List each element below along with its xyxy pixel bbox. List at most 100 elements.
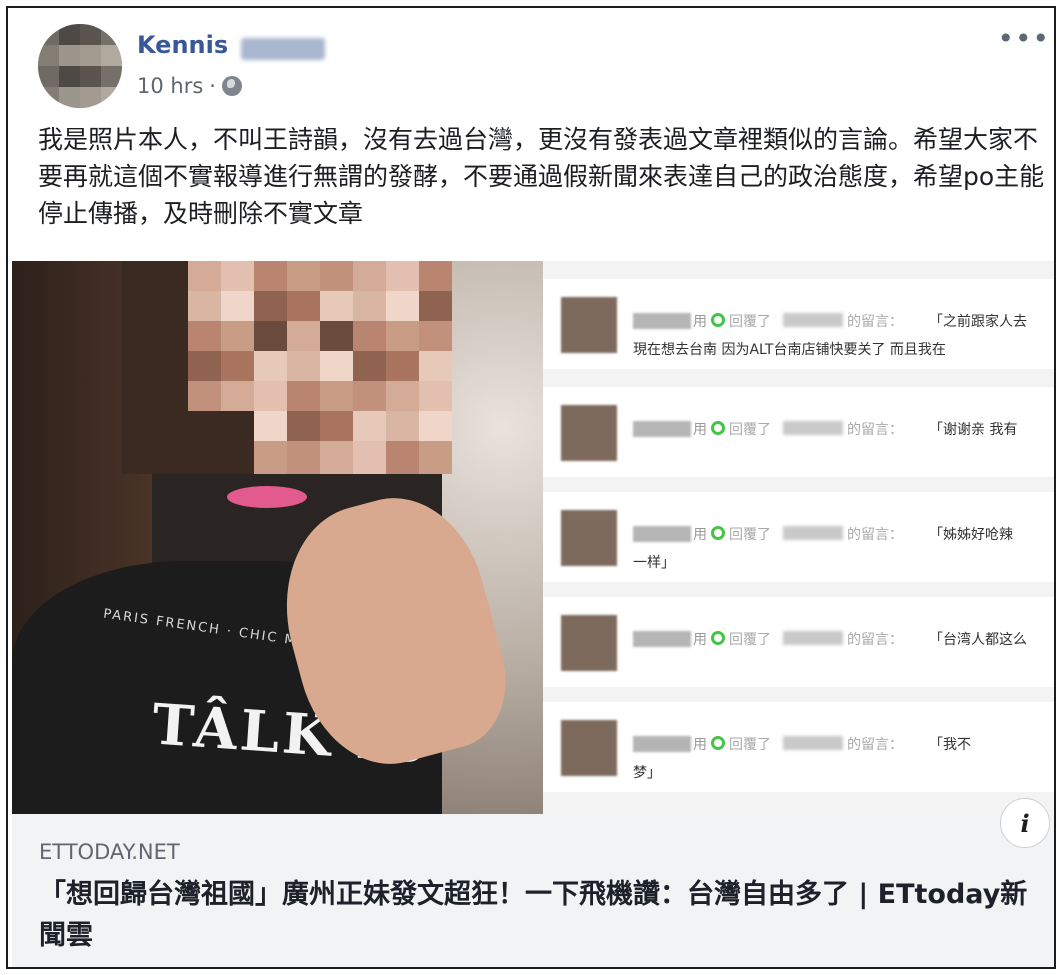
- comment-reply-word: 用: [693, 314, 707, 330]
- avatar-pixel: [80, 24, 101, 45]
- mosaic-cell: [155, 321, 188, 354]
- mosaic-cell: [353, 351, 386, 384]
- comment-row: 用 回覆了 的留言： 「台湾人都这么: [543, 597, 1054, 687]
- redacted-target: [783, 313, 843, 327]
- mosaic-cell: [419, 441, 452, 474]
- mosaic-cell: [188, 411, 221, 444]
- mosaic-cell: [155, 261, 188, 294]
- author-name-redaction: [241, 38, 325, 60]
- avatar-pixel: [80, 45, 101, 66]
- green-circle-icon: [711, 421, 725, 435]
- mosaic-cell: [287, 441, 320, 474]
- shared-image[interactable]: PARIS FRENCH · CHIC MILAN TALK TÂLK ÍS 用…: [12, 261, 1054, 814]
- meta-separator: ·: [209, 74, 216, 98]
- mosaic-cell: [320, 351, 353, 384]
- face-mosaic: [122, 261, 452, 474]
- comment-reply-word: 用: [693, 527, 707, 543]
- redacted-target: [783, 421, 843, 435]
- comment-quote: 「谢谢亲 我有: [929, 422, 1018, 438]
- mosaic-cell: [122, 351, 155, 384]
- mosaic-cell: [254, 291, 287, 324]
- redacted-target: [783, 526, 843, 540]
- mosaic-cell: [188, 441, 221, 474]
- mosaic-cell: [155, 381, 188, 414]
- avatar-pixel: [38, 87, 59, 108]
- mosaic-cell: [419, 261, 452, 294]
- comment-avatar: [561, 615, 617, 671]
- comment-mid-text: 回覆了: [729, 527, 771, 543]
- comment-row: 用 回覆了 的留言： 「之前跟家人去現在想去台南 因为ALT台南店铺快要关了 而且我在: [543, 279, 1054, 369]
- mosaic-cell: [122, 441, 155, 474]
- link-preview[interactable]: ETTODAY.NET 「想回歸台灣祖國」廣州正妹發文超狂！一下飛機讚：台灣自由…: [12, 814, 1054, 967]
- comment-subline: 現在想去台南 因为ALT台南店铺快要关了 而且我在: [633, 342, 946, 358]
- comment-row: 用 回覆了 的留言： 「谢谢亲 我有: [543, 387, 1054, 477]
- mosaic-cell: [386, 351, 419, 384]
- mosaic-cell: [254, 411, 287, 444]
- mosaic-cell: [122, 381, 155, 414]
- mosaic-cell: [122, 291, 155, 324]
- mosaic-cell: [188, 261, 221, 294]
- avatar-pixel: [101, 24, 122, 45]
- mosaic-cell: [353, 261, 386, 294]
- mosaic-cell: [188, 321, 221, 354]
- post-text: 我是照片本人，不叫王詩韻，沒有去過台灣，更沒有發表過文章裡類似的言論。希望大家不…: [38, 125, 1045, 228]
- comment-mid-text: 回覆了: [729, 737, 771, 753]
- author-name[interactable]: Kennis: [137, 31, 228, 59]
- mosaic-cell: [254, 351, 287, 384]
- globe-icon[interactable]: [221, 76, 242, 96]
- mosaic-cell: [386, 291, 419, 324]
- redacted-target: [783, 736, 843, 750]
- mosaic-cell: [221, 351, 254, 384]
- mosaic-cell: [419, 321, 452, 354]
- comment-screenshot: 用回覆了 的留言： 「之前跟家人去 現在想去台南 因为ALT台南店铺快要关了 而且我在…: [543, 261, 1054, 814]
- comment-row: 用 回覆了 的留言： 「我不 梦」: [543, 702, 1054, 792]
- redacted-name: [633, 736, 691, 752]
- comment-quote: 「我不: [929, 737, 971, 753]
- more-options-icon[interactable]: •••: [997, 22, 1050, 55]
- mosaic-cell: [221, 261, 254, 294]
- mosaic-cell: [419, 411, 452, 444]
- mosaic-cell: [122, 261, 155, 294]
- avatar[interactable]: [38, 24, 122, 108]
- comment-line: 用 回覆了 的留言： 「姊姊好呛辣: [633, 526, 1053, 543]
- comment-line: 用 回覆了 的留言： 「之前跟家人去: [633, 313, 1053, 330]
- mosaic-cell: [221, 291, 254, 324]
- post-meta: 10 hrs ·: [137, 74, 242, 98]
- mosaic-cell: [221, 381, 254, 414]
- mosaic-cell: [386, 411, 419, 444]
- mosaic-cell: [419, 351, 452, 384]
- comment-row: 用 回覆了 的留言： 「姊姊好呛辣 一样」: [543, 492, 1054, 582]
- comment-quote: 「姊姊好呛辣: [929, 527, 1013, 543]
- mosaic-cell: [122, 411, 155, 444]
- mosaic-cell: [320, 321, 353, 354]
- post-timestamp[interactable]: 10 hrs: [137, 74, 203, 98]
- green-circle-icon: [711, 631, 725, 645]
- redacted-name: [633, 313, 691, 329]
- link-headline[interactable]: 「想回歸台灣祖國」廣州正妹發文超狂！一下飛機讚：台灣自由多了 | ETtoday…: [39, 874, 1039, 956]
- comment-tail-text: 的留言：: [847, 314, 903, 330]
- mosaic-cell: [254, 441, 287, 474]
- info-icon[interactable]: i: [1000, 798, 1050, 848]
- avatar-pixel: [80, 66, 101, 87]
- mosaic-cell: [188, 351, 221, 384]
- mosaic-cell: [386, 261, 419, 294]
- mosaic-cell: [353, 381, 386, 414]
- comment-mid-text: 回覆了: [729, 632, 771, 648]
- comment-line: 用 回覆了 的留言： 「谢谢亲 我有: [633, 421, 1053, 438]
- mosaic-cell: [221, 321, 254, 354]
- comment-tail-text: 的留言：: [847, 632, 903, 648]
- mosaic-cell: [155, 411, 188, 444]
- comment-tail-text: 的留言：: [847, 527, 903, 543]
- mosaic-cell: [353, 321, 386, 354]
- comment-quote: 「之前跟家人去: [929, 314, 1027, 330]
- comment-mid-text: 回覆了: [729, 314, 771, 330]
- woman-photo: PARIS FRENCH · CHIC MILAN TALK TÂLK ÍS: [12, 261, 543, 814]
- mosaic-cell: [287, 261, 320, 294]
- mosaic-cell: [320, 381, 353, 414]
- mosaic-cell: [287, 351, 320, 384]
- comment-avatar: [561, 720, 617, 776]
- comment-tail-text: 的留言：: [847, 422, 903, 438]
- mosaic-cell: [155, 291, 188, 324]
- comment-reply-word: 用: [693, 737, 707, 753]
- mosaic-cell: [188, 291, 221, 324]
